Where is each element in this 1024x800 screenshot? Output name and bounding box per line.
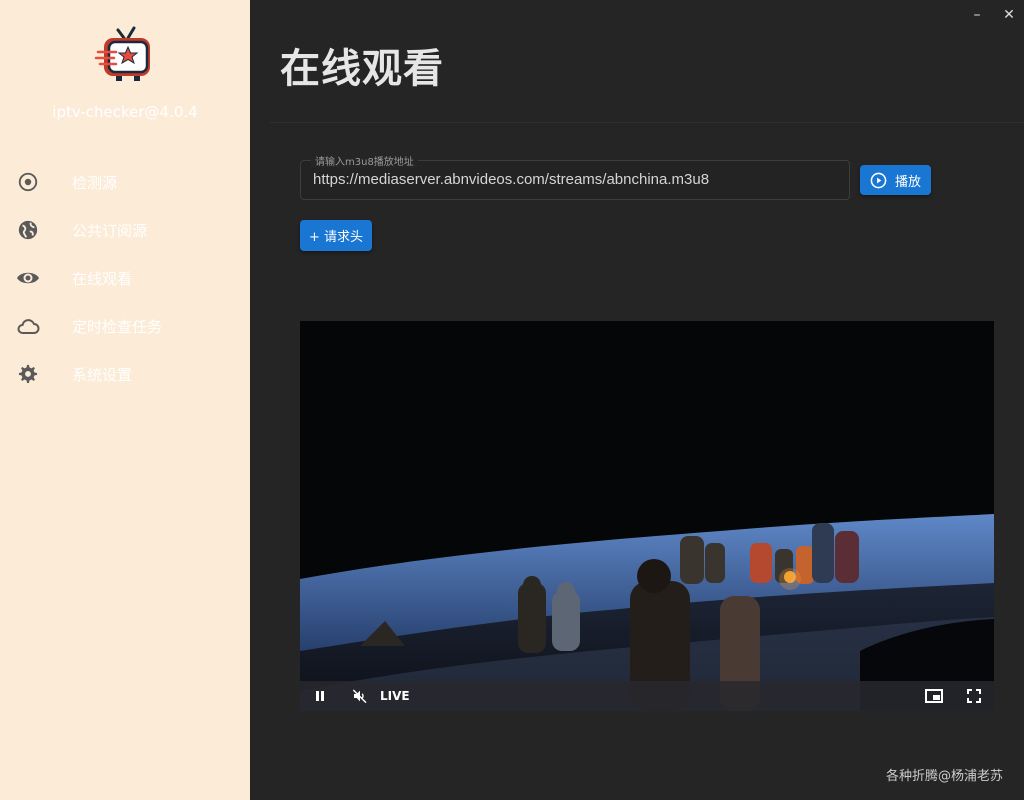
main-content: – ✕ 在线观看 请输入m3u8播放地址 播放 + 请求头 bbox=[250, 0, 1024, 800]
app-version-label: iptv-checker@4.0.4 bbox=[52, 103, 198, 121]
watermark-text: 各种折腾@杨浦老苏 bbox=[885, 769, 1003, 784]
video-controls: LIVE bbox=[300, 681, 994, 711]
live-indicator: LIVE bbox=[380, 689, 410, 703]
fullscreen-icon[interactable] bbox=[964, 686, 984, 706]
sidebar-item-watch-online[interactable]: 在线观看 bbox=[0, 254, 250, 302]
m3u8-url-input[interactable] bbox=[313, 171, 833, 188]
video-frame bbox=[300, 321, 994, 711]
video-player[interactable]: LIVE bbox=[300, 321, 994, 711]
pause-icon[interactable] bbox=[310, 686, 330, 706]
sidebar-item-scheduled-tasks[interactable]: 定时检查任务 bbox=[0, 302, 250, 350]
picture-in-picture-icon[interactable] bbox=[924, 686, 944, 706]
gear-icon bbox=[16, 362, 40, 386]
sidebar-item-system-settings[interactable]: 系统设置 bbox=[0, 350, 250, 398]
target-icon bbox=[16, 170, 40, 194]
play-button-label: 播放 bbox=[894, 174, 921, 190]
sidebar: iptv-checker@4.0.4 检测源 公共订阅源 在线观看 定时检查任务 bbox=[0, 0, 250, 800]
cloud-icon bbox=[16, 314, 40, 338]
mute-icon[interactable] bbox=[350, 686, 370, 706]
sidebar-item-label: 公共订阅源 bbox=[72, 221, 148, 240]
minimize-button[interactable]: – bbox=[968, 6, 986, 24]
sidebar-item-label: 系统设置 bbox=[72, 365, 133, 384]
header-divider bbox=[270, 122, 1024, 123]
add-request-header-button[interactable]: + 请求头 bbox=[300, 220, 372, 251]
eye-icon bbox=[16, 266, 40, 290]
play-button[interactable]: 播放 bbox=[860, 165, 931, 195]
close-button[interactable]: ✕ bbox=[1000, 6, 1018, 24]
m3u8-url-field: 请输入m3u8播放地址 bbox=[300, 153, 850, 200]
sidebar-item-label: 定时检查任务 bbox=[72, 317, 163, 336]
globe-icon bbox=[16, 218, 40, 242]
page-title: 在线观看 bbox=[280, 46, 444, 92]
play-circle-icon bbox=[870, 172, 887, 188]
sidebar-item-public-subscriptions[interactable]: 公共订阅源 bbox=[0, 206, 250, 254]
url-field-label: 请输入m3u8播放地址 bbox=[311, 153, 418, 168]
app-logo-icon bbox=[94, 26, 150, 81]
request-header-button-label: + 请求头 bbox=[308, 230, 364, 245]
sidebar-item-label: 检测源 bbox=[72, 173, 118, 192]
sidebar-item-check-sources[interactable]: 检测源 bbox=[0, 158, 250, 206]
sidebar-nav: 检测源 公共订阅源 在线观看 定时检查任务 系统设置 bbox=[0, 158, 250, 398]
sidebar-item-label: 在线观看 bbox=[72, 269, 133, 288]
